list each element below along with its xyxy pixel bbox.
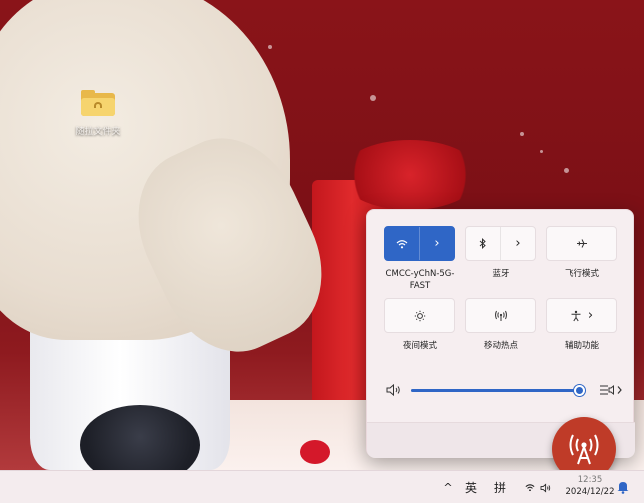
bluetooth-tile-label: 蓝牙 bbox=[492, 269, 510, 279]
hotspot-tile[interactable] bbox=[465, 298, 536, 333]
wallpaper-snowflake bbox=[268, 45, 272, 49]
clock-date: 2024/12/22 bbox=[565, 487, 615, 497]
bluetooth-icon bbox=[479, 238, 486, 249]
folder-icon bbox=[81, 90, 115, 116]
wallpaper-snowflake bbox=[520, 132, 524, 136]
night-light-tile-label: 夜间模式 bbox=[402, 341, 437, 351]
clock-time: 12:35 bbox=[577, 475, 603, 485]
volume-slider-fill bbox=[411, 389, 580, 392]
wallpaper-snowflake bbox=[564, 168, 569, 173]
volume-slider[interactable] bbox=[411, 385, 585, 396]
hotspot-tile-label: 移动热点 bbox=[483, 341, 518, 351]
wifi-expand[interactable]: › bbox=[419, 227, 454, 260]
bluetooth-expand[interactable]: › bbox=[500, 227, 535, 260]
wallpaper-gift-bow bbox=[340, 140, 480, 210]
speaker-icon bbox=[540, 482, 550, 493]
wifi-tile-label: CMCC-yChN-5G-FAST bbox=[385, 269, 455, 291]
brightness-icon bbox=[414, 310, 425, 321]
desktop-folder-label: 随拉文件夹 bbox=[75, 127, 121, 137]
notification-bell-icon[interactable] bbox=[616, 480, 630, 494]
wifi-tile[interactable]: › bbox=[384, 226, 455, 261]
airplane-icon bbox=[576, 239, 587, 248]
taskbar-clock[interactable]: 12:35 2024/12/22 bbox=[560, 474, 620, 498]
taskbar: ^ 英 拼 12:35 2024/12/22 bbox=[0, 470, 644, 503]
bluetooth-tile[interactable]: › bbox=[465, 226, 536, 261]
hotspot-icon bbox=[569, 434, 599, 465]
accessibility-tile-label: 辅助功能 bbox=[564, 341, 599, 351]
hotspot-icon bbox=[494, 310, 507, 321]
ime-language-indicator[interactable]: 英 bbox=[461, 471, 481, 503]
night-light-tile[interactable] bbox=[384, 298, 455, 333]
accessibility-tile[interactable]: › bbox=[546, 298, 617, 333]
chevron-right-icon: › bbox=[515, 236, 521, 251]
wifi-toggle[interactable] bbox=[385, 227, 419, 260]
ime-mode-indicator[interactable]: 拼 bbox=[490, 471, 510, 503]
airplane-tile[interactable] bbox=[546, 226, 617, 261]
volume-slider-thumb[interactable] bbox=[573, 385, 585, 396]
bluetooth-toggle[interactable] bbox=[466, 227, 500, 260]
audio-output-icon[interactable] bbox=[599, 382, 623, 398]
chevron-right-icon: › bbox=[434, 236, 440, 251]
wallpaper-flower bbox=[300, 440, 330, 464]
wifi-icon bbox=[524, 484, 535, 492]
volume-row bbox=[386, 380, 622, 400]
wallpaper-snowflake bbox=[540, 150, 543, 153]
speaker-icon[interactable] bbox=[386, 383, 402, 397]
network-volume-tray[interactable] bbox=[520, 471, 556, 503]
accessibility-icon bbox=[571, 310, 581, 321]
chevron-right-icon: › bbox=[587, 308, 594, 323]
airplane-tile-label: 飞行模式 bbox=[564, 269, 599, 279]
wifi-icon bbox=[396, 239, 408, 248]
wallpaper-snowflake bbox=[370, 95, 376, 101]
desktop-folder[interactable]: 随拉文件夹 bbox=[68, 90, 128, 137]
tray-overflow-chevron[interactable]: ^ bbox=[440, 471, 456, 503]
